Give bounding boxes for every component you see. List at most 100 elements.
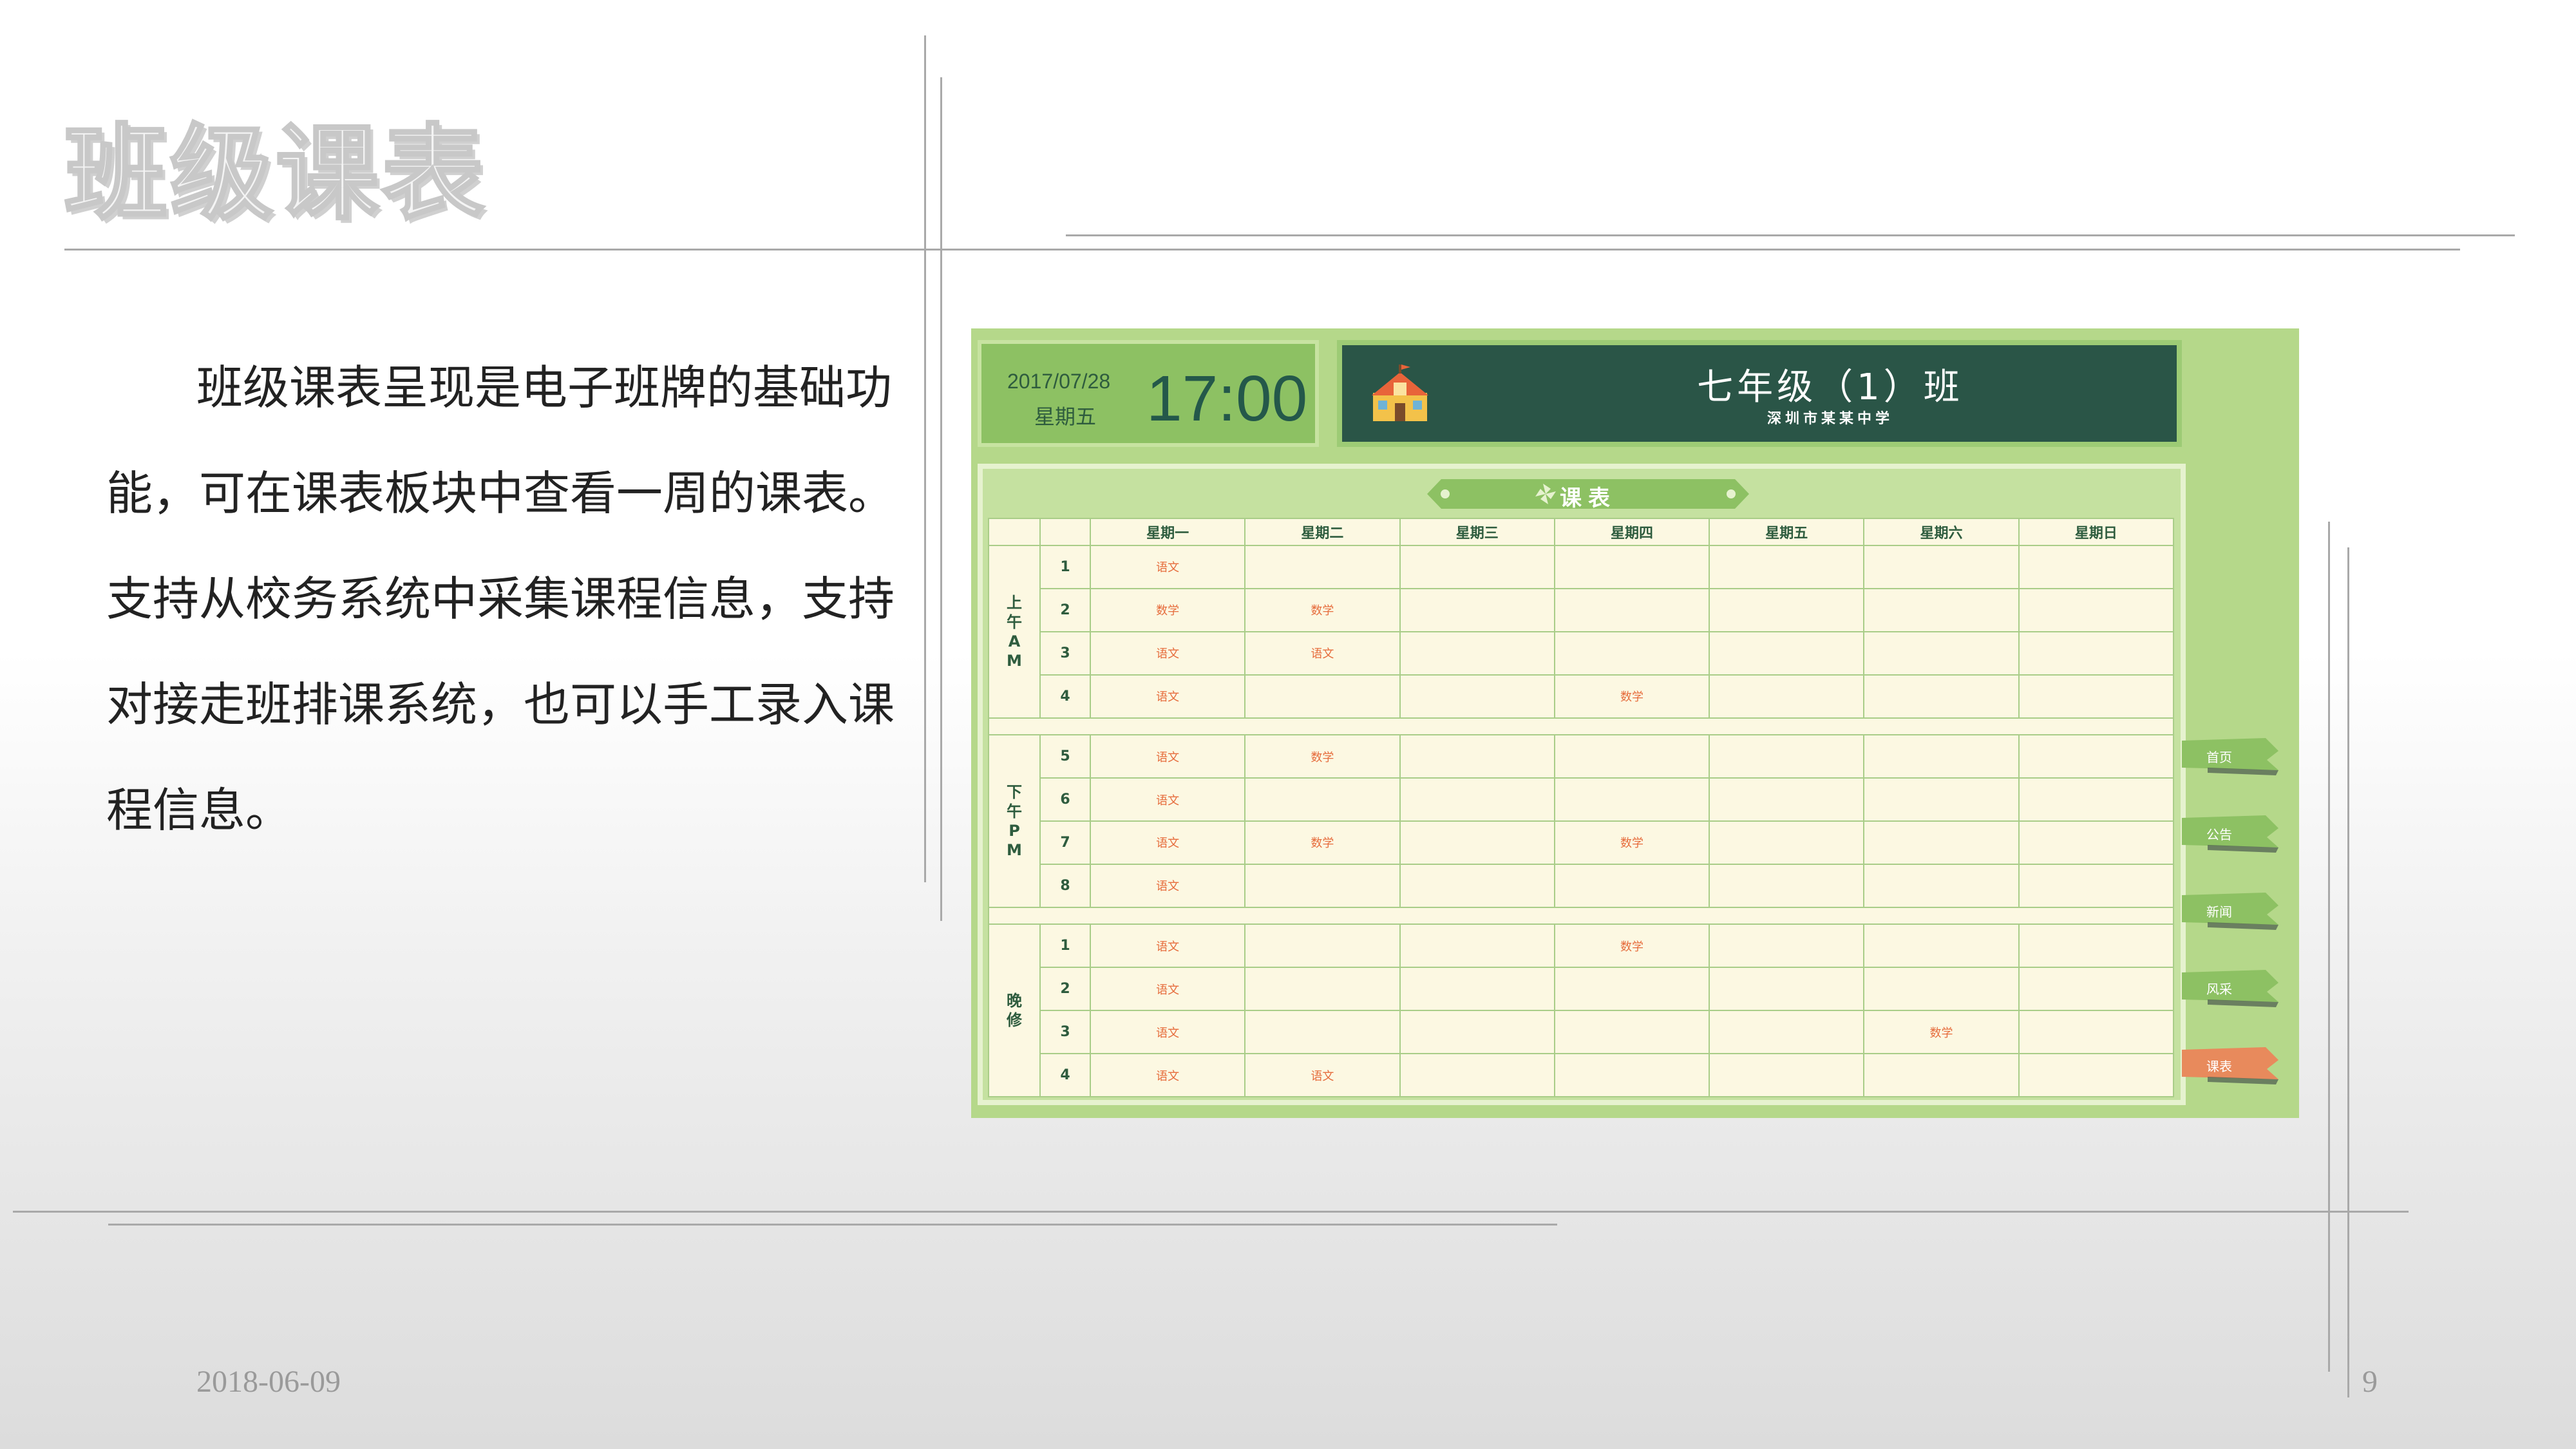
course-cell[interactable]	[1709, 1010, 1865, 1055]
course-cell[interactable]: 数学	[1553, 820, 1710, 865]
course-cell[interactable]	[1709, 630, 1865, 676]
period-number: 3	[1039, 630, 1091, 676]
course-cell[interactable]	[1863, 967, 2020, 1012]
description-text: 班级课表呈现是电子班牌的基础功能，可在课表板块中查看一周的课表。支持从校务系统中…	[106, 361, 895, 837]
course-cell[interactable]	[1399, 734, 1555, 779]
class-name: 七年级（1）班	[1697, 366, 1964, 408]
course-cell[interactable]	[1863, 545, 2020, 589]
timetable-body: 上午AM 1 语文 2 数学 数学 3 语文 语文 4 语文 数学 下午PM 5 语文 数学 6 语文 7 语文 数学数…	[988, 545, 2175, 1097]
period-number: 2	[1039, 967, 1091, 1012]
course-cell[interactable]	[1244, 1010, 1401, 1055]
course-cell[interactable]	[2018, 820, 2175, 865]
section-label: 上午AM	[988, 545, 1041, 719]
day-header: 星期三	[1399, 518, 1555, 546]
course-cell[interactable]	[1399, 630, 1555, 676]
course-cell[interactable]	[2018, 587, 2175, 632]
course-cell[interactable]	[1863, 587, 2020, 632]
course-cell[interactable]	[1863, 674, 2020, 719]
course-cell[interactable]	[1553, 630, 1710, 676]
course-cell[interactable]	[1863, 734, 2020, 779]
ribbon-shape	[2182, 738, 2278, 775]
course-cell[interactable]: 语文	[1089, 863, 1246, 908]
nav-tab-3[interactable]: 风采	[2182, 970, 2285, 1011]
course-cell[interactable]: 数学	[1863, 1010, 2020, 1055]
course-cell[interactable]	[2018, 777, 2175, 822]
course-cell[interactable]	[1399, 545, 1555, 589]
course-cell[interactable]	[1553, 587, 1710, 632]
course-cell[interactable]: 语文	[1244, 630, 1401, 676]
course-cell[interactable]: 语文	[1089, 820, 1246, 865]
course-cell[interactable]	[1399, 820, 1555, 865]
nav-tab-label: 课表	[2206, 1059, 2232, 1074]
day-header: 星期五	[1709, 518, 1865, 546]
course-cell[interactable]	[1863, 630, 2020, 676]
course-cell[interactable]	[1863, 777, 2020, 822]
course-cell[interactable]	[1399, 923, 1555, 969]
course-cell[interactable]	[2018, 734, 2175, 779]
course-cell[interactable]	[2018, 1010, 2175, 1055]
course-cell[interactable]: 语文	[1089, 1010, 1246, 1055]
course-cell[interactable]: 语文	[1244, 1053, 1401, 1097]
course-cell[interactable]: 语文	[1089, 967, 1246, 1012]
course-cell[interactable]	[1709, 863, 1865, 908]
course-cell[interactable]	[1399, 967, 1555, 1012]
course-cell[interactable]	[2018, 630, 2175, 676]
course-cell[interactable]	[1863, 1053, 2020, 1097]
course-cell[interactable]	[2018, 545, 2175, 589]
course-cell[interactable]	[1553, 967, 1710, 1012]
course-cell[interactable]	[1399, 777, 1555, 822]
course-cell[interactable]	[2018, 923, 2175, 969]
course-cell[interactable]	[1244, 923, 1401, 969]
course-cell[interactable]: 数学	[1553, 923, 1710, 969]
course-cell[interactable]	[1709, 674, 1865, 719]
course-cell[interactable]	[2018, 967, 2175, 1012]
course-cell[interactable]	[1553, 1010, 1710, 1055]
course-cell[interactable]: 语文	[1089, 777, 1246, 822]
course-cell[interactable]	[1709, 1053, 1865, 1097]
course-cell[interactable]: 语文	[1089, 630, 1246, 676]
nav-tab-0[interactable]: 首页	[2182, 738, 2285, 779]
course-cell[interactable]	[1553, 545, 1710, 589]
course-cell[interactable]: 语文	[1089, 923, 1246, 969]
course-cell[interactable]	[1399, 1010, 1555, 1055]
course-cell[interactable]	[1553, 777, 1710, 822]
course-cell[interactable]	[1863, 863, 2020, 908]
course-cell[interactable]	[1399, 863, 1555, 908]
course-cell[interactable]	[1399, 1053, 1555, 1097]
course-cell[interactable]: 数学	[1244, 734, 1401, 779]
course-cell[interactable]: 数学	[1553, 674, 1710, 719]
course-cell[interactable]	[1399, 587, 1555, 632]
course-cell[interactable]	[1244, 545, 1401, 589]
course-cell[interactable]	[1399, 674, 1555, 719]
course-cell[interactable]	[2018, 1053, 2175, 1097]
course-cell[interactable]: 数学	[1244, 820, 1401, 865]
course-cell[interactable]	[1244, 863, 1401, 908]
course-cell[interactable]	[1863, 923, 2020, 969]
course-cell[interactable]	[2018, 863, 2175, 908]
course-cell[interactable]	[2018, 674, 2175, 719]
course-cell[interactable]	[1863, 820, 2020, 865]
course-cell[interactable]: 语文	[1089, 1053, 1246, 1097]
course-cell[interactable]	[1709, 967, 1865, 1012]
nav-tab-2[interactable]: 新闻	[2182, 893, 2285, 934]
page-number: 9	[2362, 1365, 2378, 1399]
course-cell[interactable]	[1709, 923, 1865, 969]
course-cell[interactable]	[1709, 587, 1865, 632]
course-cell[interactable]: 数学	[1089, 587, 1246, 632]
course-cell[interactable]: 语文	[1089, 734, 1246, 779]
course-cell[interactable]	[1709, 820, 1865, 865]
course-cell[interactable]	[1709, 545, 1865, 589]
course-cell[interactable]	[1244, 777, 1401, 822]
course-cell[interactable]: 语文	[1089, 545, 1246, 589]
course-cell[interactable]: 数学	[1244, 587, 1401, 632]
course-cell[interactable]	[1709, 777, 1865, 822]
nav-tab-1[interactable]: 公告	[2182, 815, 2285, 857]
course-cell[interactable]: 语文	[1089, 674, 1246, 719]
course-cell[interactable]	[1553, 734, 1710, 779]
course-cell[interactable]	[1244, 967, 1401, 1012]
course-cell[interactable]	[1244, 674, 1401, 719]
course-cell[interactable]	[1553, 1053, 1710, 1097]
course-cell[interactable]	[1553, 863, 1710, 908]
nav-tab-4[interactable]: 课表	[2182, 1047, 2285, 1088]
course-cell[interactable]	[1709, 734, 1865, 779]
